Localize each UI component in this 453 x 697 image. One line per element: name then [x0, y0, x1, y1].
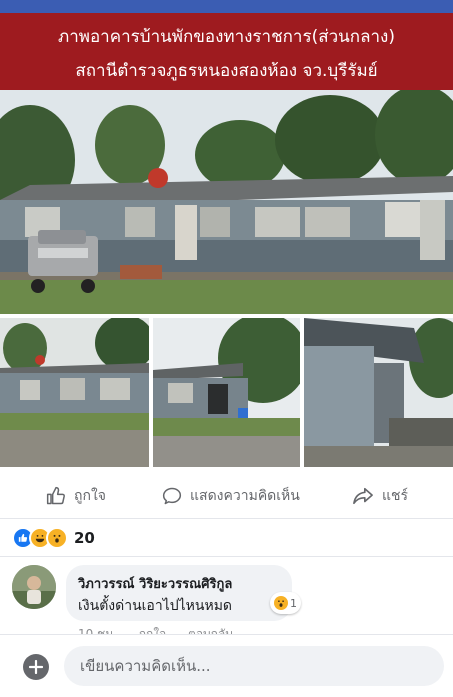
- share-label: แชร์: [382, 488, 409, 504]
- add-attachment-button[interactable]: [23, 654, 49, 680]
- comment-author[interactable]: วิภาวรรณ์ วิริยะวรรณศิริกูล: [78, 573, 232, 594]
- comment-button[interactable]: แสดงความคิดเห็น: [162, 476, 300, 516]
- plus-icon: [29, 660, 43, 674]
- post-photo-thumbnail-2[interactable]: [153, 318, 300, 467]
- comment-reaction-badge[interactable]: 1: [270, 592, 301, 614]
- avatar[interactable]: [12, 565, 56, 609]
- share-button[interactable]: แชร์: [352, 476, 408, 516]
- comment-text: เงินตั้งด่านเอาไปไหนหมด: [78, 598, 233, 614]
- banner-title-line-2: สถานีตำรวจภูธรหนองสองห้อง จว.บุรีรัมย์: [75, 61, 378, 81]
- wow-icon: [274, 596, 288, 610]
- comment-label: แสดงความคิดเห็น: [190, 488, 300, 504]
- comment-bubble: วิภาวรรณ์ วิริยะวรรณศิริกูล เงินตั้งด่าน…: [66, 565, 292, 621]
- reaction-summary[interactable]: 20: [12, 527, 95, 549]
- post-image-header: ภาพอาคารบ้านพักของทางราชการ(ส่วนกลาง) สถ…: [0, 13, 453, 90]
- top-bar: [0, 0, 453, 13]
- like-button[interactable]: ถูกใจ: [46, 476, 106, 516]
- divider: [0, 556, 453, 557]
- comment-input[interactable]: [64, 646, 444, 686]
- thumbs-up-icon: [46, 486, 65, 505]
- banner-title-line-1: ภาพอาคารบ้านพักของทางราชการ(ส่วนกลาง): [58, 27, 395, 47]
- reaction-count: 20: [74, 529, 95, 547]
- wow-reaction-icon: [46, 527, 68, 549]
- post-photo-main[interactable]: [0, 90, 453, 314]
- divider: [0, 518, 453, 519]
- comment-reaction-count: 1: [290, 596, 297, 610]
- post-photo-thumbnail-1[interactable]: [0, 318, 149, 467]
- post-photo-thumbnail-3[interactable]: [304, 318, 453, 467]
- like-label: ถูกใจ: [74, 488, 106, 504]
- comment-bubble-icon: [162, 487, 182, 505]
- comment-composer: [0, 634, 453, 697]
- post-action-bar: ถูกใจ แสดงความคิดเห็น แชร์: [0, 476, 453, 516]
- share-arrow-icon: [353, 487, 373, 505]
